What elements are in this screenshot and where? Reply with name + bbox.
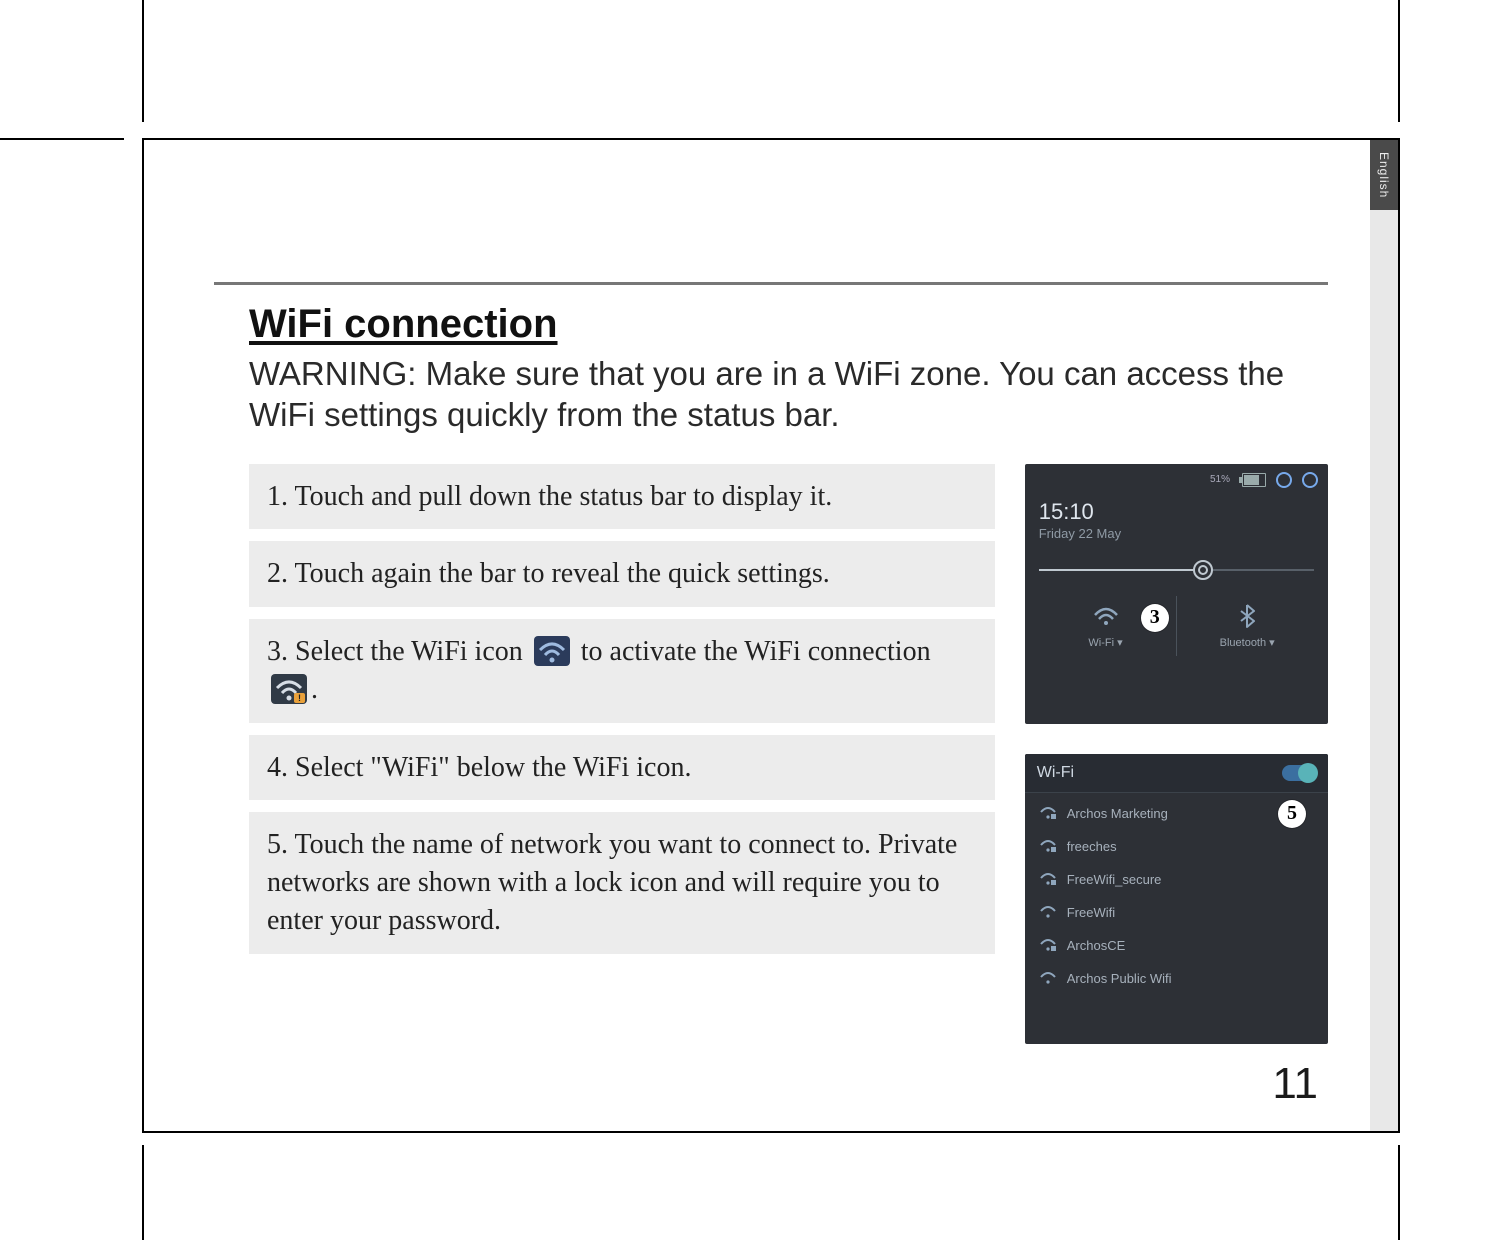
wifi-lock-icon <box>1039 839 1057 853</box>
quick-tile-wifi-label: Wi-Fi ▾ <box>1036 636 1175 649</box>
screenshot-wifi-list: Wi-Fi Archos Marketing freec <box>1025 754 1328 1044</box>
step-4: 4. Select "WiFi" below the WiFi icon. <box>249 735 995 801</box>
step-2: 2. Touch again the bar to reveal the qui… <box>249 541 995 607</box>
wifi-on-icon: ! <box>271 674 307 704</box>
step-3-part-b: to activate the WiFi connection <box>581 636 931 667</box>
brightness-knob <box>1193 560 1213 580</box>
wifi-lock-icon <box>1039 938 1057 952</box>
battery-icon <box>1242 473 1266 487</box>
clock-date: Friday 22 May <box>1039 526 1121 541</box>
wifi-lock-icon <box>1039 872 1057 886</box>
step-3-part-a: 3. Select the WiFi icon <box>267 636 523 667</box>
screenshot-quick-settings: 51% 15:10 Friday 22 May <box>1025 464 1328 724</box>
settings-icon <box>1276 472 1292 488</box>
clock-time: 15:10 <box>1039 499 1094 525</box>
user-icon <box>1302 472 1318 488</box>
page-number: 11 <box>1272 1059 1318 1109</box>
network-item: freeches <box>1025 830 1328 863</box>
wifi-off-icon <box>534 636 570 666</box>
step-1: 1. Touch and pull down the status bar to… <box>249 464 995 530</box>
battery-percent: 51% <box>1210 474 1230 485</box>
quick-tile-bt-label: Bluetooth ▾ <box>1178 636 1317 649</box>
wifi-icon <box>1092 605 1120 627</box>
network-item: Archos Public Wifi <box>1025 962 1328 995</box>
wifi-icon <box>1039 971 1057 985</box>
step-3-part-c: . <box>311 674 318 705</box>
network-item: ArchosCE <box>1025 929 1328 962</box>
step-5: 5. Touch the name of network you want to… <box>249 812 995 953</box>
page-frame: English WiFi connection WARNING: Make su… <box>142 138 1400 1133</box>
network-item: FreeWifi_secure <box>1025 863 1328 896</box>
quick-tile-bluetooth: Bluetooth ▾ <box>1178 602 1317 649</box>
steps-column: 1. Touch and pull down the status bar to… <box>249 464 995 966</box>
network-name: freeches <box>1067 839 1117 854</box>
network-name: ArchosCE <box>1067 938 1126 953</box>
network-name: Archos Public Wifi <box>1067 971 1172 986</box>
section-divider <box>214 282 1328 285</box>
wifi-toggle <box>1282 765 1316 781</box>
callout-badge-5: 5 <box>1278 800 1306 828</box>
wifi-icon <box>1039 905 1057 919</box>
network-name: FreeWifi_secure <box>1067 872 1162 887</box>
side-shadow <box>1370 210 1398 1131</box>
screenshots-column: 51% 15:10 Friday 22 May <box>1025 464 1328 1044</box>
section-title: WiFi connection <box>249 302 1328 347</box>
brightness-slider <box>1039 569 1314 571</box>
wifi-header-title: Wi-Fi <box>1037 764 1074 782</box>
network-item: FreeWifi <box>1025 896 1328 929</box>
wifi-lock-icon <box>1039 806 1057 820</box>
warning-text: WARNING: Make sure that you are in a WiF… <box>249 353 1309 436</box>
network-name: FreeWifi <box>1067 905 1115 920</box>
status-bar: 51% <box>1210 472 1318 488</box>
step-3: 3. Select the WiFi icon to activate the … <box>249 619 995 723</box>
svg-text:!: ! <box>298 693 301 703</box>
network-name: Archos Marketing <box>1067 806 1168 821</box>
language-tab: English <box>1370 140 1398 210</box>
callout-badge-3: 3 <box>1141 604 1169 632</box>
bluetooth-icon <box>1239 604 1255 628</box>
